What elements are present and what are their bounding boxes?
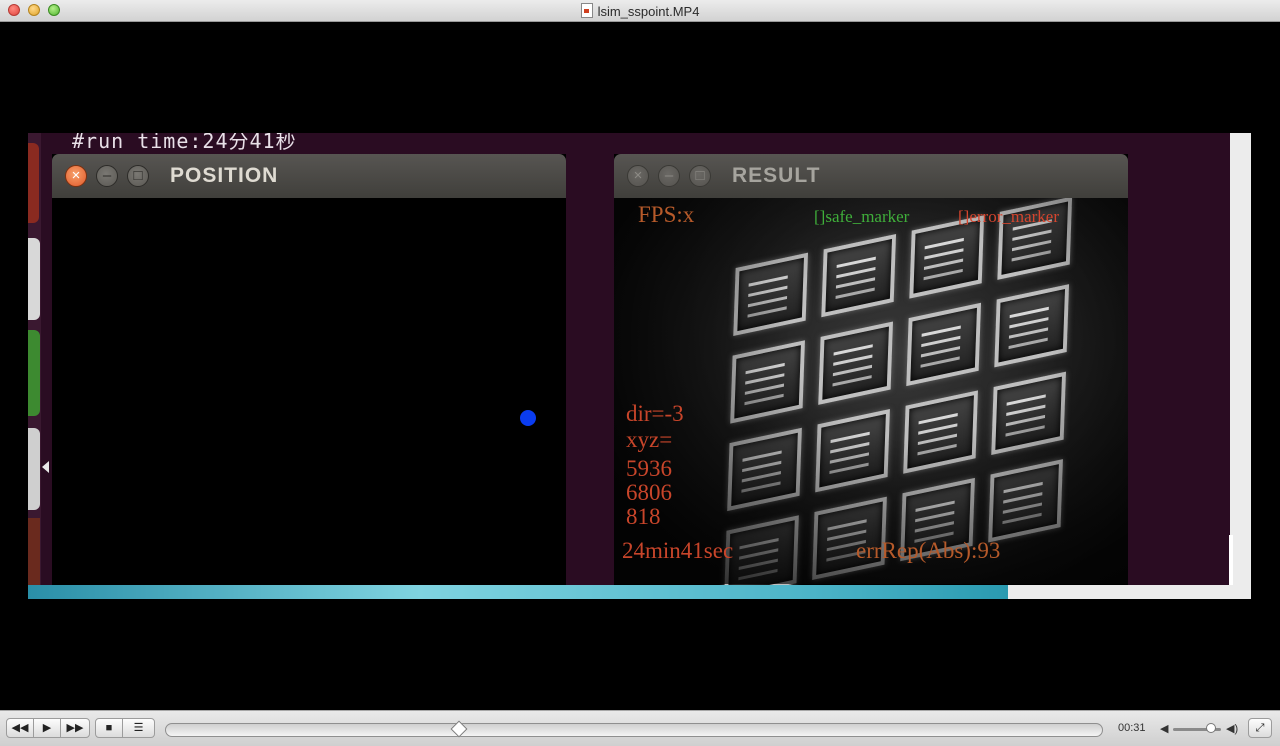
video-bottom-taskbar (28, 585, 1008, 599)
result-window-header: × – □ RESULT (614, 154, 1128, 198)
play-icon: ▶ (42, 722, 52, 734)
fast-forward-icon: ▶▶ (66, 722, 84, 734)
chapters-icon: ☰ (133, 722, 144, 734)
position-canvas (52, 198, 566, 585)
position-maximize-button[interactable]: □ (127, 165, 149, 187)
elapsed-time-label: 24min41sec (622, 538, 734, 563)
launcher-item (28, 143, 39, 223)
ubuntu-launcher (28, 133, 49, 585)
result-maximize-button[interactable]: □ (689, 165, 711, 187)
y-value: 6806 (626, 480, 672, 505)
position-minimize-button[interactable]: – (96, 165, 118, 187)
seek-bar[interactable] (165, 720, 1103, 738)
fullscreen-icon: ⤢ (1255, 722, 1265, 734)
video-file-icon (580, 3, 593, 18)
result-minimize-button[interactable]: – (658, 165, 680, 187)
window-title: lsim_sspoint.MP4 (0, 3, 1280, 19)
position-close-button[interactable]: × (65, 165, 87, 187)
error-rep-label: errRep(Abs):93 (856, 538, 1001, 563)
fps-label: FPS:x (638, 202, 695, 227)
result-close-button[interactable]: × (627, 165, 649, 187)
position-dot (520, 410, 536, 426)
video-frame[interactable]: #run time:24分41秒 × – □ POSITION × – □ RE… (28, 133, 1251, 599)
video-right-strip (1229, 133, 1251, 599)
position-window-header: × – □ POSITION (52, 154, 566, 198)
safe-marker-label: []safe_marker (814, 207, 910, 226)
volume-high-icon[interactable]: ◀) (1226, 722, 1238, 735)
volume-low-icon[interactable]: ◀ (1160, 722, 1168, 735)
seek-thumb[interactable] (450, 720, 468, 738)
launcher-item (28, 238, 40, 320)
z-value: 818 (626, 504, 661, 529)
launcher-item (28, 518, 40, 585)
fast-forward-button[interactable]: ▶▶ (60, 718, 90, 738)
playback-controls: ◀◀ ▶ ▶▶ ■ ☰ 00:31 ◀ ◀) ⤢ (0, 710, 1280, 746)
stop-icon: ■ (105, 722, 113, 734)
fullscreen-button[interactable]: ⤢ (1248, 718, 1272, 738)
result-window: × – □ RESULT FPS:x []safe_marker []error… (614, 154, 1128, 585)
rewind-icon: ◀◀ (11, 722, 29, 734)
position-window: × – □ POSITION (52, 154, 566, 585)
rewind-button[interactable]: ◀◀ (6, 718, 34, 738)
position-window-title: POSITION (170, 164, 279, 187)
result-camera-view: FPS:x []safe_marker []error_marker dir=-… (614, 198, 1128, 585)
play-button[interactable]: ▶ (33, 718, 61, 738)
dir-label: dir=-3 (626, 401, 684, 426)
launcher-item (28, 428, 40, 510)
camera-vignette (614, 198, 1128, 584)
camera-image (614, 198, 1128, 585)
error-marker-label: []error_marker (958, 207, 1059, 226)
launcher-active-arrow-icon (42, 461, 49, 473)
elapsed-time: 00:31 (1118, 722, 1146, 734)
stop-button[interactable]: ■ (95, 718, 123, 738)
launcher-item (28, 330, 40, 416)
chapters-button[interactable]: ☰ (122, 718, 155, 738)
result-window-title: RESULT (732, 164, 821, 187)
x-value: 5936 (626, 456, 672, 481)
video-bottom-gray (1008, 585, 1251, 599)
volume-thumb[interactable] (1206, 723, 1216, 733)
window-title-text: lsim_sspoint.MP4 (597, 4, 700, 19)
xyz-label: xyz= (626, 427, 673, 452)
terminal-text: #run time:24分41秒 (72, 133, 297, 153)
window-titlebar: lsim_sspoint.MP4 (0, 0, 1280, 22)
